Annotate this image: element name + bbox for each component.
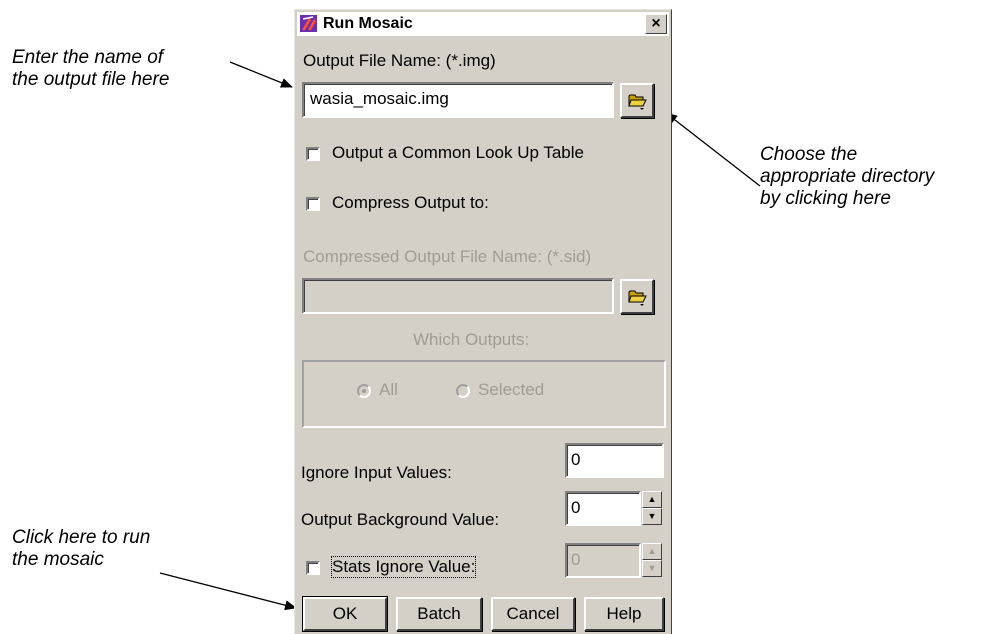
radio-selected	[456, 384, 470, 398]
close-button[interactable]: ×	[645, 14, 667, 34]
bg-value-spinner[interactable]: ▲ ▼	[642, 491, 662, 525]
dialog-title: Run Mosaic	[323, 15, 413, 32]
radio-all-label: All	[379, 380, 398, 399]
spin-up-icon[interactable]: ▲	[642, 491, 662, 508]
stats-ignore-label[interactable]: Stats Ignore Value:	[330, 556, 477, 578]
ok-button[interactable]: OK	[302, 596, 388, 632]
batch-button[interactable]: Batch	[396, 597, 482, 631]
stats-ignore-value: 0	[571, 550, 581, 569]
cancel-button[interactable]: Cancel	[491, 597, 575, 631]
common-lut-label[interactable]: Output a Common Look Up Table	[332, 143, 584, 163]
folder-open-icon	[628, 94, 647, 110]
stats-ignore-checkbox[interactable]	[306, 561, 320, 575]
output-file-name-field[interactable]: wasia_mosaic.img	[302, 82, 614, 118]
which-outputs-label: Which Outputs:	[413, 330, 530, 349]
ignore-input-field[interactable]: 0	[565, 443, 664, 478]
arrow-to-ok-button	[159, 572, 297, 611]
bg-value-field[interactable]: 0	[565, 491, 641, 526]
radio-all	[357, 384, 371, 398]
folder-open-icon	[628, 290, 647, 306]
bg-value: 0	[571, 498, 581, 517]
compress-output-label[interactable]: Compress Output to:	[332, 193, 489, 213]
spin-down-icon[interactable]: ▼	[642, 508, 662, 525]
compress-output-checkbox[interactable]	[306, 197, 320, 211]
help-button[interactable]: Help	[584, 597, 664, 631]
which-outputs-group: All Selected	[302, 360, 666, 428]
imagine-app-icon	[300, 15, 317, 32]
spin-down-icon: ▼	[642, 560, 662, 577]
run-mosaic-dialog: Run Mosaic × Output File Name: (*.img) w…	[294, 9, 672, 634]
compressed-browse-button	[620, 279, 654, 314]
common-lut-checkbox[interactable]	[306, 147, 320, 161]
bg-value-label: Output Background Value:	[301, 510, 500, 529]
compressed-file-name-field	[302, 278, 614, 314]
compressed-file-name-label: Compressed Output File Name: (*.sid)	[303, 247, 592, 266]
output-browse-button[interactable]	[620, 83, 654, 118]
output-file-label: Output File Name: (*.img)	[303, 51, 496, 70]
arrow-to-browse-button	[665, 112, 761, 187]
spin-up-icon: ▲	[642, 543, 662, 560]
ignore-input-label: Ignore Input Values:	[301, 463, 452, 482]
arrow-to-output-field	[229, 61, 293, 88]
radio-selected-label: Selected	[478, 380, 545, 399]
output-file-name-value: wasia_mosaic.img	[310, 89, 449, 108]
title-bar[interactable]: Run Mosaic ×	[297, 12, 669, 36]
stats-ignore-field: 0	[565, 543, 641, 578]
ignore-input-value: 0	[571, 450, 581, 469]
stats-ignore-spinner: ▲ ▼	[642, 543, 662, 577]
